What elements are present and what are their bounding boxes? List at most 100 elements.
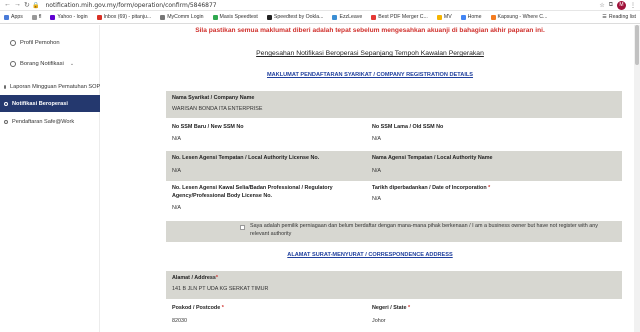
- home-icon: [460, 14, 466, 20]
- chevron-down-icon: ⌄: [69, 61, 75, 67]
- postcode-value: 82030: [172, 318, 187, 324]
- required-mark: *: [488, 185, 491, 191]
- local-authority-name-label: Nama Agensi Tempatan / Local Authority N…: [372, 155, 493, 161]
- ssm-row: No SSM Baru / New SSM No N/A No SSM Lama…: [166, 120, 622, 148]
- incorporation-date-value: N/A: [372, 196, 381, 202]
- section-heading-company: MAKLUMAT PENDAFTARAN SYARIKAT / COMPANY …: [266, 72, 474, 78]
- bullet-icon: [4, 119, 8, 124]
- company-name-value: WARISAN BONDA ITA ENTERPRISE: [172, 106, 263, 112]
- bookmark-fl[interactable]: fl: [31, 14, 42, 20]
- mail-icon: [96, 14, 102, 20]
- scrollbar-thumb[interactable]: [635, 25, 639, 65]
- bookmark-yahoo[interactable]: Yahoo - login: [50, 14, 88, 20]
- bookmark-ezzleave[interactable]: EzzLeave: [332, 14, 362, 20]
- extensions-icon[interactable]: ⧉: [609, 2, 613, 9]
- local-authority-row: No. Lesen Agensi Tempatan / Local Author…: [166, 151, 622, 181]
- sidebar-item-forms[interactable]: Borang Notifikasi ⌄: [10, 61, 74, 67]
- bookmark-home[interactable]: Home: [460, 14, 482, 20]
- sidebar-item-label: Notifikasi Beroperasi: [12, 100, 68, 107]
- bullet-icon: [4, 101, 8, 106]
- bookmark-label: Home: [467, 14, 482, 20]
- required-mark: *: [221, 305, 224, 311]
- bookmark-label: Apps: [11, 14, 23, 20]
- bookmark-mv[interactable]: MV: [436, 14, 452, 20]
- bookmark-speedtest[interactable]: Speedtest by Ookla...: [266, 14, 324, 20]
- state-label: Negeri / State *: [372, 305, 410, 311]
- bookmark-mycomm[interactable]: MyComm Login: [160, 14, 204, 20]
- state-label-text: Negeri / State: [372, 305, 407, 311]
- bookmark-icon: [31, 14, 37, 20]
- main-content: Sila pastikan semua maklumat diberi adal…: [100, 25, 640, 332]
- bookmark-label: EzzLeave: [339, 14, 363, 20]
- form-icon: [10, 61, 16, 67]
- address-value: 141 B JLN PT UDA KG SERKAT TIMUR: [172, 286, 269, 292]
- page-title: Pengesahan Notifikasi Beroperasi Sepanja…: [256, 50, 484, 57]
- incorporation-date-text: Tarikh diperbadankan / Date of Incorpora…: [372, 185, 487, 191]
- ssm-old-value: N/A: [372, 136, 381, 142]
- address-label: Alamat / Address*: [172, 275, 218, 281]
- bookmark-icon: [490, 14, 496, 20]
- apps-icon: [4, 14, 9, 20]
- lock-icon[interactable]: 🔒: [32, 2, 39, 9]
- yahoo-icon: [50, 14, 56, 20]
- local-authority-name-value: N/A: [372, 168, 381, 174]
- bookmark-label: Speedtest by Ookla...: [273, 14, 324, 20]
- bookmark-apps[interactable]: Apps: [4, 14, 23, 20]
- sidebar-item-profile[interactable]: Profil Pemohon: [10, 40, 60, 46]
- unregistered-row: Saya adalah pemilik perniagaan dan belum…: [166, 221, 622, 242]
- professional-license-value: N/A: [172, 205, 181, 211]
- menu-icon[interactable]: ⋮: [630, 2, 636, 9]
- scrollbar[interactable]: [634, 25, 640, 332]
- ssm-old-label: No SSM Lama / Old SSM No: [372, 124, 444, 130]
- bookmark-icon: [160, 14, 166, 20]
- browser-actions: ☆ ⧉ M ⋮: [599, 0, 636, 10]
- bullet-icon: [4, 84, 6, 89]
- reading-list-icon: ☰: [602, 14, 607, 20]
- required-mark: *: [407, 305, 411, 311]
- bookmark-label: Best PDF Merger C...: [378, 14, 428, 20]
- unregistered-label: Saya adalah pemilik perniagaan dan belum…: [250, 223, 598, 237]
- regulatory-row: No. Lesen Agensi Kawal Selia/Badan Profe…: [166, 183, 622, 219]
- back-icon[interactable]: ←: [4, 1, 11, 9]
- bookmarks-bar: Apps fl Yahoo - login Inbox (69) - pitan…: [0, 11, 640, 24]
- postcode-label-text: Poskod / Postcode: [172, 305, 221, 311]
- bookmark-pdf[interactable]: Best PDF Merger C...: [371, 14, 428, 20]
- bookmark-label: Yahoo - login: [57, 14, 88, 20]
- reload-icon[interactable]: ↻: [24, 1, 30, 9]
- professional-license-label: No. Lesen Agensi Kawal Selia/Badan Profe…: [172, 185, 333, 199]
- local-license-label: No. Lesen Agensi Tempatan / Local Author…: [172, 155, 320, 161]
- section-heading-address: ALAMAT SURAT-MENYURAT / CORRESPONDENCE A…: [287, 252, 453, 258]
- sidebar-item-label: Borang Notifikasi: [20, 61, 64, 67]
- sidebar-item-safe-work[interactable]: Pendaftaran Safe@Work: [0, 113, 100, 130]
- ssm-new-label: No SSM Baru / New SSM No: [172, 124, 244, 130]
- bookmark-label: Inbox (69) - pitanju...: [103, 14, 152, 20]
- star-icon[interactable]: ☆: [599, 2, 604, 9]
- warning-text: Sila pastikan semua maklumat diberi adal…: [195, 27, 545, 34]
- unregistered-checkbox[interactable]: [240, 225, 245, 230]
- sidebar: Profil Pemohon Borang Notifikasi ⌄ Lapor…: [0, 25, 100, 332]
- address-label-text: Alamat / Address: [172, 275, 216, 281]
- reading-list-label: Reading list: [608, 14, 636, 20]
- user-icon: [10, 40, 16, 46]
- sidebar-item-label: Profil Pemohon: [20, 40, 60, 46]
- sidebar-item-weekly-report[interactable]: Laporan Mingguan Pematuhan SOP: [0, 78, 100, 95]
- bookmark-maxis[interactable]: Maxis Speedtest: [212, 14, 258, 20]
- bookmark-icon: [436, 14, 442, 20]
- bookmark-label: fl: [38, 14, 42, 20]
- bookmark-label: Kapsung - Where C...: [497, 14, 548, 20]
- browser-address-bar: ← → ↻ 🔒 notification.mih.gov.my/form/ope…: [0, 0, 640, 11]
- url-field[interactable]: notification.mih.gov.my/form/operation/c…: [45, 2, 599, 9]
- company-name-row: Nama Syarikat / Company Name WARISAN BON…: [166, 91, 622, 118]
- reading-list[interactable]: ☰ Reading list: [602, 14, 636, 20]
- forward-icon[interactable]: →: [14, 1, 21, 9]
- bookmark-icon: [332, 14, 338, 20]
- bookmark-label: MyComm Login: [167, 14, 204, 20]
- company-name-label: Nama Syarikat / Company Name: [172, 95, 255, 101]
- bookmark-label: MV: [443, 14, 452, 20]
- bookmark-inbox[interactable]: Inbox (69) - pitanju...: [96, 14, 152, 20]
- bookmark-kapsung[interactable]: Kapsung - Where C...: [490, 14, 548, 20]
- sidebar-item-label: Laporan Mingguan Pematuhan SOP: [10, 83, 101, 90]
- avatar[interactable]: M: [617, 0, 626, 10]
- sidebar-item-operation-notification[interactable]: Notifikasi Beroperasi: [0, 95, 100, 112]
- address-row: Alamat / Address* 141 B JLN PT UDA KG SE…: [166, 271, 622, 299]
